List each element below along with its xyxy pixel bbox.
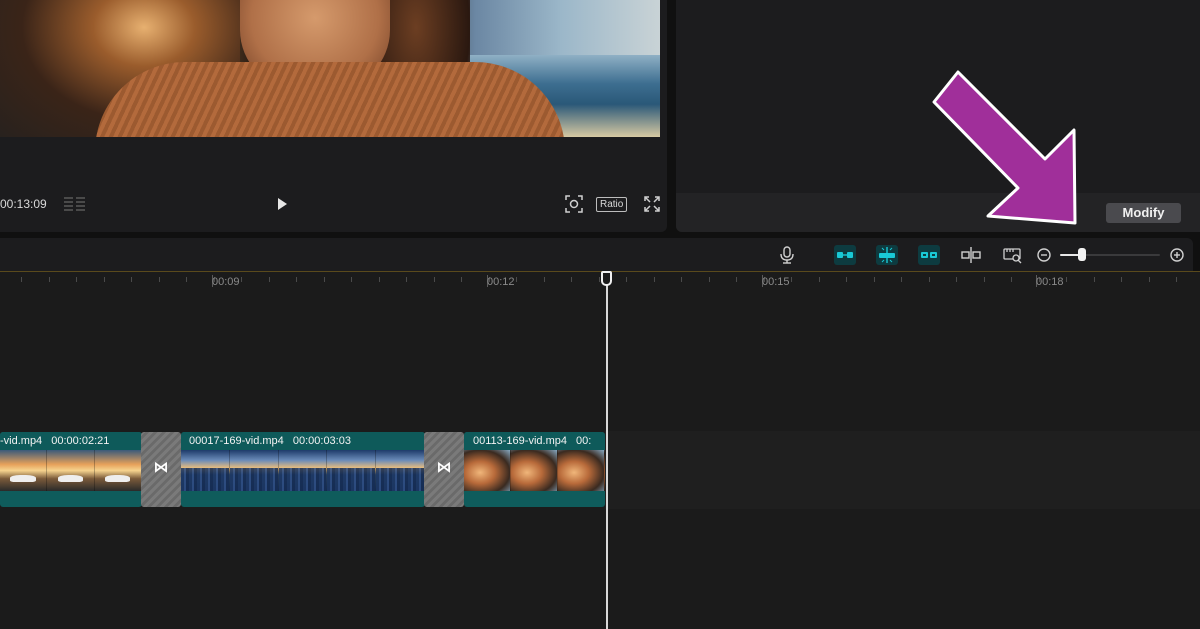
ruler-tick: [901, 277, 902, 282]
playhead-handle[interactable]: [601, 271, 612, 286]
ruler-tick: [49, 277, 50, 282]
video-clip[interactable]: -vid.mp4 00:00:02:21: [0, 432, 142, 507]
clip-thumbnails: [0, 450, 142, 491]
ruler-tick: [709, 277, 710, 282]
thumbnail: [278, 450, 328, 491]
current-timecode: 00:13:09: [0, 197, 47, 211]
ruler-tick: [269, 277, 270, 282]
modify-button[interactable]: Modify: [1106, 203, 1181, 223]
ruler-tick: [516, 277, 517, 282]
ruler-label: 00:12: [487, 276, 515, 288]
video-clip[interactable]: 00113-169-vid.mp4 00:: [464, 432, 605, 507]
split-icon[interactable]: [960, 245, 982, 265]
clip-header: 00017-169-vid.mp4 00:00:03:03: [181, 432, 425, 450]
transition-icon: ⋈: [436, 459, 452, 476]
fit-to-screen-icon[interactable]: [565, 195, 583, 213]
clip-thumbnails: [464, 450, 605, 491]
link-clips-icon[interactable]: [834, 245, 856, 265]
ruler-tick: [599, 277, 600, 282]
thumbnail: [229, 450, 279, 491]
ruler-tick: [159, 277, 160, 282]
magnet-icon[interactable]: [876, 245, 898, 265]
thumbnail: [376, 450, 425, 491]
ruler-tick: [324, 277, 325, 282]
ruler-label: 00:15: [762, 276, 790, 288]
ruler-tick: [1149, 277, 1150, 282]
ruler-tick: [1066, 277, 1067, 282]
thumbnail: [464, 450, 511, 491]
transition-marker[interactable]: ⋈: [424, 432, 464, 507]
ruler-tick: [819, 277, 820, 282]
ruler-tick: [351, 277, 352, 282]
ruler-tick: [131, 277, 132, 282]
ruler-tick: [461, 277, 462, 282]
ruler-tick: [626, 277, 627, 282]
fullscreen-icon[interactable]: [644, 196, 660, 212]
ruler-tick: [846, 277, 847, 282]
zoom-slider-handle[interactable]: [1078, 248, 1086, 261]
ruler-tick: [186, 277, 187, 282]
ruler-tick: [1011, 277, 1012, 282]
ruler-tick: [681, 277, 682, 282]
playhead-line[interactable]: [606, 282, 608, 629]
ruler-tick: [791, 277, 792, 282]
thumbnail: [47, 450, 95, 491]
thumbnail: [327, 450, 377, 491]
zoom-in-icon[interactable]: [1166, 245, 1188, 265]
ruler-tick: [736, 277, 737, 282]
ratio-button[interactable]: Ratio: [596, 197, 628, 212]
clip-filename: 00113-169-vid.mp4: [473, 435, 567, 447]
thumbnail: [94, 450, 142, 491]
ruler-tick: [21, 277, 22, 282]
ruler-tick: [929, 277, 930, 282]
ruler-tick: [104, 277, 105, 282]
empty-track-area: [605, 431, 1200, 509]
ruler-tick: [956, 277, 957, 282]
ruler-label: 00:18: [1036, 276, 1064, 288]
ruler-tick: [1094, 277, 1095, 282]
ruler-label: 00:09: [212, 276, 240, 288]
ruler-tick: [379, 277, 380, 282]
zoom-out-icon[interactable]: [1034, 245, 1056, 265]
clip-header: -vid.mp4 00:00:02:21: [0, 432, 142, 450]
ruler-tick: [544, 277, 545, 282]
ruler-tick: [296, 277, 297, 282]
thumbnail: [511, 450, 558, 491]
clip-filename: 00017-169-vid.mp4: [189, 435, 284, 447]
clip-filename: -vid.mp4: [0, 435, 43, 447]
video-clip[interactable]: 00017-169-vid.mp4 00:00:03:03: [181, 432, 425, 507]
thumbnail: [181, 450, 230, 491]
time-ruler[interactable]: [0, 271, 1200, 291]
ruler-tick: [76, 277, 77, 282]
microphone-icon[interactable]: [776, 245, 798, 265]
clip-duration: 00:00:02:21: [51, 435, 110, 447]
ruler-tick: [1176, 277, 1177, 282]
transition-marker[interactable]: ⋈: [141, 432, 181, 507]
ruler-tick: [434, 277, 435, 282]
clip-header: 00113-169-vid.mp4 00:: [464, 432, 605, 450]
preview-track-icon[interactable]: [1002, 245, 1024, 265]
ruler-tick: [1121, 277, 1122, 282]
play-icon[interactable]: [274, 196, 290, 212]
ruler-tick: [874, 277, 875, 282]
video-preview-frame: [0, 0, 660, 137]
clip-duration: 00:00:03:03: [292, 435, 351, 447]
transition-icon: ⋈: [153, 459, 169, 476]
ruler-tick: [241, 277, 242, 282]
ruler-tick: [571, 277, 572, 282]
grid-icon[interactable]: [64, 196, 86, 212]
clip-duration: 00:: [576, 435, 592, 447]
video-sweater: [95, 62, 565, 137]
ruler-tick: [984, 277, 985, 282]
clip-thumbnails: [181, 450, 425, 491]
split-preview-icon[interactable]: [918, 245, 940, 265]
thumbnail: [558, 450, 605, 491]
thumbnail: [0, 450, 48, 491]
ruler-tick: [406, 277, 407, 282]
ruler-tick: [654, 277, 655, 282]
